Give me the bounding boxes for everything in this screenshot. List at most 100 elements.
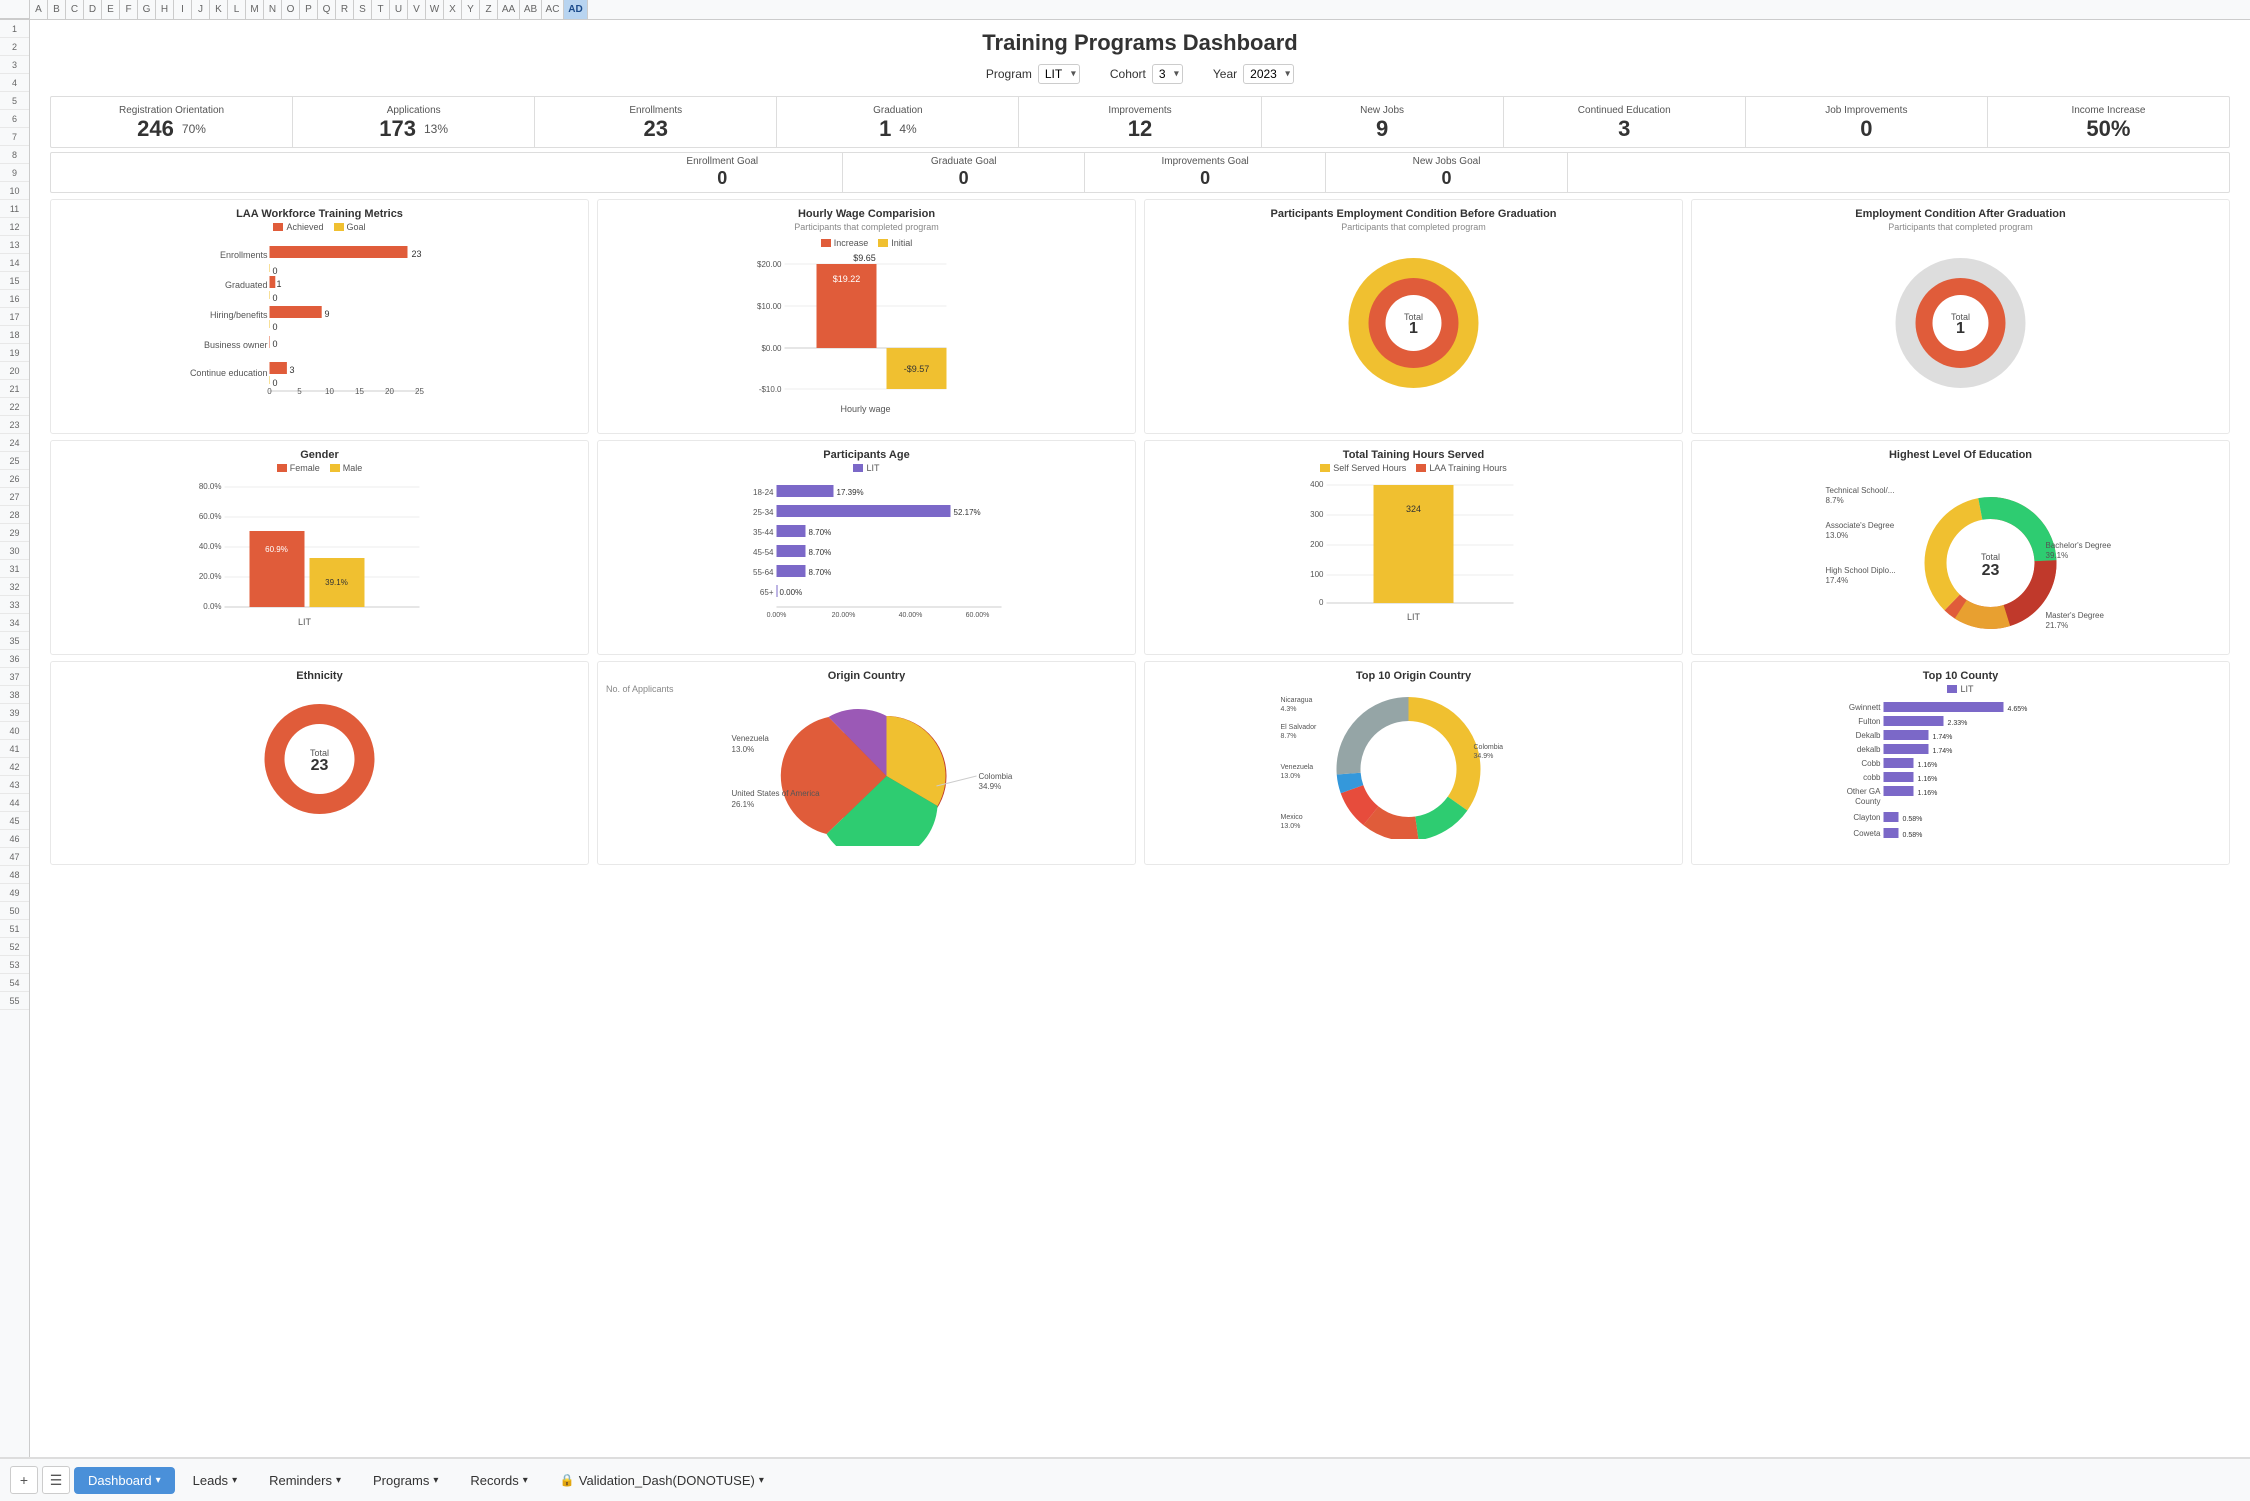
row-num-45: 45 <box>0 812 29 830</box>
tab-leads[interactable]: Leads ▾ <box>179 1467 251 1494</box>
svg-text:Master's Degree: Master's Degree <box>2046 611 2105 620</box>
kpi-card-3: Graduation14% <box>777 97 1019 147</box>
employment-after-box: Employment Condition After Graduation Pa… <box>1691 199 2230 434</box>
program-select-wrap[interactable]: LIT <box>1038 64 1080 84</box>
kpi-label-4: Improvements <box>1108 105 1171 116</box>
training-legend-laa: LAA Training Hours <box>1416 463 1507 473</box>
svg-text:Business owner: Business owner <box>204 340 268 350</box>
row-num-49: 49 <box>0 884 29 902</box>
svg-text:1: 1 <box>277 279 282 289</box>
male-color <box>330 464 340 472</box>
svg-text:-$9.57: -$9.57 <box>904 364 930 374</box>
col-header-b: B <box>48 0 66 19</box>
svg-text:40.0%: 40.0% <box>199 542 222 551</box>
svg-text:Enrollments: Enrollments <box>220 250 268 260</box>
sheets-menu-button[interactable]: ☰ <box>42 1466 70 1494</box>
col-header-k: K <box>210 0 228 19</box>
col-header-row: ABCDEFGHIJKLMNOPQRSTUVWXYZAAABACAD <box>0 0 2250 20</box>
svg-text:0: 0 <box>1319 598 1324 607</box>
program-select[interactable]: LIT <box>1038 64 1080 84</box>
employment-before-box: Participants Employment Condition Before… <box>1144 199 1683 434</box>
svg-text:300: 300 <box>1310 510 1324 519</box>
svg-text:26.1%: 26.1% <box>732 800 755 809</box>
cohort-label: Cohort <box>1110 67 1146 81</box>
tab-records[interactable]: Records ▾ <box>456 1467 541 1494</box>
col-header-u: U <box>390 0 408 19</box>
kpi-goal-value-2: 0 <box>1200 168 1210 189</box>
svg-text:2.33%: 2.33% <box>1948 720 1968 727</box>
svg-text:$19.22: $19.22 <box>833 274 861 284</box>
tab-dashboard[interactable]: Dashboard ▾ <box>74 1467 175 1494</box>
increase-color <box>821 239 831 247</box>
col-header-h: H <box>156 0 174 19</box>
kpi-card-0: Registration Orientation24670% <box>51 97 293 147</box>
add-sheet-button[interactable]: + <box>10 1466 38 1494</box>
row-num-5: 5 <box>0 92 29 110</box>
top10-country-box: Top 10 Origin Country Nicaragua <box>1144 661 1683 865</box>
svg-text:34.9%: 34.9% <box>979 782 1002 791</box>
kpi-value-6: 3 <box>1618 118 1630 140</box>
svg-text:0.58%: 0.58% <box>1903 816 1923 823</box>
svg-text:8.70%: 8.70% <box>809 548 832 557</box>
kpi-value-0: 246 <box>137 118 174 140</box>
tab-reminders-label: Reminders <box>269 1473 332 1488</box>
year-select-wrap[interactable]: 2023 <box>1243 64 1294 84</box>
kpi-goal-label-3: New Jobs Goal <box>1413 156 1481 167</box>
origin-chart-title: Origin Country <box>606 670 1127 682</box>
self-color <box>1320 464 1330 472</box>
tab-leads-label: Leads <box>193 1473 228 1488</box>
row-num-41: 41 <box>0 740 29 758</box>
filter-row: Program LIT Cohort 3 <box>50 64 2230 84</box>
svg-text:21.7%: 21.7% <box>2046 621 2069 630</box>
tab-programs[interactable]: Programs ▾ <box>359 1467 452 1494</box>
year-filter-group: Year 2023 <box>1213 64 1294 84</box>
wage-legend-increase: Increase <box>821 238 869 248</box>
year-select[interactable]: 2023 <box>1243 64 1294 84</box>
row-num-38: 38 <box>0 686 29 704</box>
wage-chart-title: Hourly Wage Comparision <box>606 208 1127 220</box>
svg-text:8.70%: 8.70% <box>809 528 832 537</box>
kpi-pct-1: 13% <box>424 122 448 136</box>
svg-text:0: 0 <box>273 339 278 349</box>
col-header-e: E <box>102 0 120 19</box>
tab-reminders[interactable]: Reminders ▾ <box>255 1467 355 1494</box>
svg-text:13.0%: 13.0% <box>1281 773 1301 780</box>
kpi-value-wrap-3: 14% <box>879 118 917 140</box>
svg-text:Bachelor's Degree: Bachelor's Degree <box>2046 541 2112 550</box>
col-header-p: P <box>300 0 318 19</box>
laa-chart-title: LAA Workforce Training Metrics <box>59 208 580 220</box>
svg-text:cobb: cobb <box>1863 773 1881 782</box>
kpi-value-8: 50% <box>2086 118 2130 140</box>
cohort-select[interactable]: 3 <box>1152 64 1183 84</box>
top10-county-svg: Gwinnett 4.65% Fulton 2.33% Dekalb 1.74% <box>1700 698 2221 853</box>
age-chart-box: Participants Age LIT 18-24 17.39% <box>597 440 1136 655</box>
svg-text:35-44: 35-44 <box>753 528 774 537</box>
svg-text:25-34: 25-34 <box>753 508 774 517</box>
laa-chart-box: LAA Workforce Training Metrics Achieved … <box>50 199 589 434</box>
row-num-16: 16 <box>0 290 29 308</box>
svg-text:13.0%: 13.0% <box>1826 531 1849 540</box>
tab-validation[interactable]: 🔒 Validation_Dash(DONOTUSE) ▾ <box>546 1467 778 1494</box>
tab-records-label: Records <box>470 1473 518 1488</box>
svg-text:0.00%: 0.00% <box>767 612 787 619</box>
gender-legend-female: Female <box>277 463 320 473</box>
tab-programs-label: Programs <box>373 1473 429 1488</box>
row-num-54: 54 <box>0 974 29 992</box>
row-num-27: 27 <box>0 488 29 506</box>
svg-text:20: 20 <box>385 387 394 396</box>
svg-text:20.0%: 20.0% <box>199 572 222 581</box>
cohort-select-wrap[interactable]: 3 <box>1152 64 1183 84</box>
age-legend-lit: LIT <box>853 463 879 473</box>
row-num-28: 28 <box>0 506 29 524</box>
row-num-35: 35 <box>0 632 29 650</box>
row-num-48: 48 <box>0 866 29 884</box>
kpi-goal-label-0: Enrollment Goal <box>686 156 758 167</box>
col-header-d: D <box>84 0 102 19</box>
kpi-goal-card-0: Enrollment Goal0 <box>602 153 843 192</box>
origin-svg: Venezuela 13.0% United States of America… <box>606 696 1127 846</box>
tab-reminders-arrow: ▾ <box>336 1475 341 1486</box>
row-num-39: 39 <box>0 704 29 722</box>
svg-text:Fulton: Fulton <box>1858 717 1880 726</box>
col-header-t: T <box>372 0 390 19</box>
svg-text:Total: Total <box>1981 552 2000 562</box>
